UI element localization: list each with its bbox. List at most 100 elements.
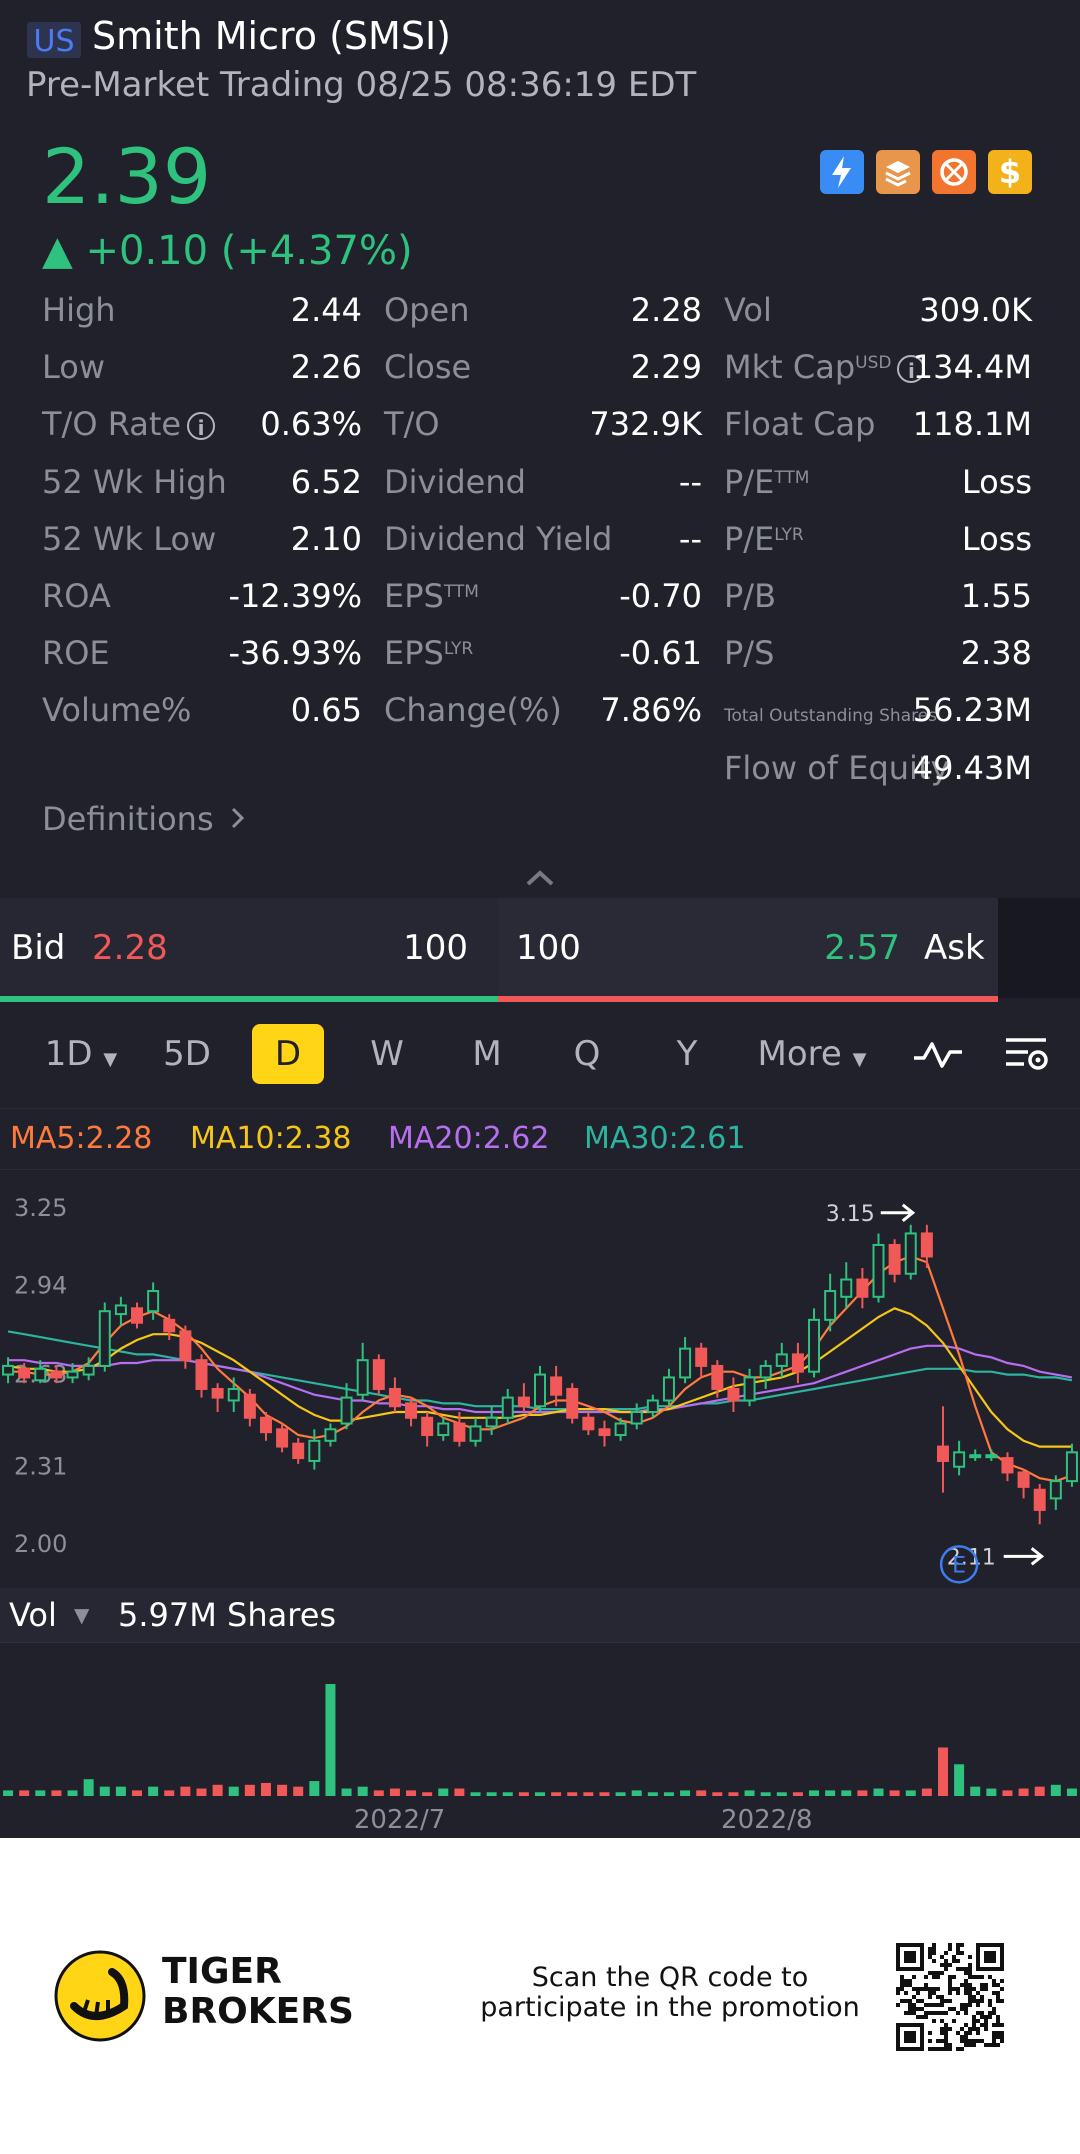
candle — [759, 1364, 772, 1379]
tab-quarter[interactable]: Q — [552, 1024, 622, 1084]
indicator-icon[interactable] — [912, 1036, 964, 1072]
stock-name: Smith Micro (SMSI) — [92, 14, 451, 58]
volume-bar — [744, 1790, 755, 1796]
tab-1d[interactable]: 1D ▼ — [36, 1024, 126, 1084]
qr-module — [960, 2007, 964, 2011]
tab-year[interactable]: Y — [652, 1024, 722, 1084]
qr-module — [940, 1971, 944, 1975]
tab-week[interactable]: W — [352, 1024, 422, 1084]
qr-module — [944, 2023, 948, 2027]
quote-label-text: 52 Wk High — [42, 462, 227, 501]
qr-module — [1000, 2039, 1004, 2043]
candle — [356, 1359, 369, 1396]
quote-label: P/S — [724, 631, 774, 675]
tab-month[interactable]: M — [452, 1024, 522, 1084]
qr-module — [980, 1999, 984, 2003]
quote-value: -- — [678, 462, 702, 501]
qr-module — [948, 1943, 952, 1947]
quote-label-text: Low — [42, 348, 106, 387]
candle — [614, 1422, 627, 1437]
candle — [695, 1347, 708, 1367]
brand-name: TIGER BROKERS — [162, 1952, 354, 2032]
candle — [227, 1387, 240, 1402]
quote-label-text: EPS — [384, 634, 444, 673]
brand-line-2: BROKERS — [162, 1991, 354, 2032]
qr-module — [928, 1995, 932, 1999]
qr-module — [1000, 2035, 1004, 2039]
qr-module — [932, 1975, 936, 1979]
qr-module — [936, 1995, 940, 1999]
info-icon[interactable]: i — [187, 412, 216, 441]
qr-module — [996, 1991, 1000, 1995]
qr-module — [916, 1991, 920, 1995]
volume-bar — [35, 1790, 46, 1796]
volume-bar — [551, 1792, 562, 1796]
volume-bar — [937, 1747, 948, 1796]
quote-label: ROA — [42, 574, 111, 618]
quote-value: -- — [678, 519, 702, 558]
candle — [985, 1454, 998, 1459]
candle — [566, 1387, 579, 1419]
quote-label-text: Dividend Yield — [384, 519, 613, 558]
candle — [453, 1422, 466, 1442]
qr-module — [932, 2003, 936, 2007]
lightning-icon[interactable] — [820, 150, 864, 194]
dollar-icon[interactable]: $ — [988, 150, 1032, 194]
price-chart[interactable]: 3.252.942.632.312.003.152.11E — [0, 1170, 1080, 1588]
candle — [469, 1425, 482, 1442]
volume-chart[interactable]: 2022/7 2022/8 — [0, 1644, 1080, 1838]
volume-bar — [341, 1788, 352, 1796]
qr-module — [960, 2035, 964, 2039]
qr-module — [928, 2003, 932, 2007]
qr-module — [932, 1959, 936, 1963]
qr-module — [968, 2031, 972, 2035]
qr-module — [960, 1943, 964, 1947]
qr-module — [944, 2035, 948, 2039]
x-tick-label: 2022/8 — [721, 1805, 812, 1835]
definitions-link[interactable]: Definitions — [42, 797, 246, 841]
qr-module — [912, 2007, 916, 2011]
quote-label-text: Float Cap — [724, 405, 876, 444]
qr-module — [940, 2047, 944, 2051]
qr-module — [948, 1991, 952, 1995]
volume-bar — [792, 1792, 803, 1796]
qr-module — [996, 2043, 1000, 2047]
qr-module — [960, 1951, 964, 1955]
qr-module — [972, 1987, 976, 1991]
tab-5d[interactable]: 5D — [152, 1024, 222, 1084]
qr-module — [924, 1983, 928, 1987]
qr-module — [900, 1999, 904, 2003]
volume-bar — [535, 1792, 545, 1796]
volume-bar — [470, 1792, 481, 1796]
volume-bar — [873, 1788, 884, 1796]
y-tick-label: 2.94 — [14, 1271, 67, 1299]
qr-module — [948, 2047, 952, 2051]
stack-icon[interactable] — [876, 150, 920, 194]
caret-down-icon[interactable]: ▼ — [74, 1588, 89, 1642]
qr-code-icon[interactable] — [896, 1943, 1004, 2051]
bid-ask-bar[interactable]: Bid 2.28 100 100 2.57 Ask — [0, 898, 1080, 1004]
qr-module — [900, 1975, 904, 1979]
quote-label-text: Vol — [724, 291, 772, 329]
candle — [1001, 1457, 1014, 1474]
tab-day[interactable]: D — [252, 1024, 324, 1084]
volume-bar — [1066, 1788, 1077, 1796]
quote-label: Float Cap — [724, 402, 875, 446]
quote-label-text: P/B — [724, 577, 777, 615]
qr-module — [996, 1983, 1000, 1987]
volume-bar — [809, 1790, 820, 1796]
qr-module — [988, 2011, 992, 2015]
qr-module — [912, 2011, 916, 2015]
chevron-up-icon[interactable] — [520, 866, 560, 890]
qr-module — [940, 1955, 944, 1959]
qr-module — [904, 1983, 908, 1987]
market-flag: US — [27, 22, 81, 59]
qr-module — [980, 2015, 984, 2019]
chart-settings-icon[interactable] — [1004, 1034, 1052, 1074]
candle — [372, 1359, 385, 1390]
candle — [147, 1290, 160, 1313]
options-icon[interactable] — [932, 150, 976, 194]
quote-value: 49.43M — [912, 748, 1032, 787]
tab-more[interactable]: More ▼ — [750, 1024, 874, 1084]
volume-header[interactable]: Vol ▼ 5.97M Shares — [0, 1588, 1080, 1643]
